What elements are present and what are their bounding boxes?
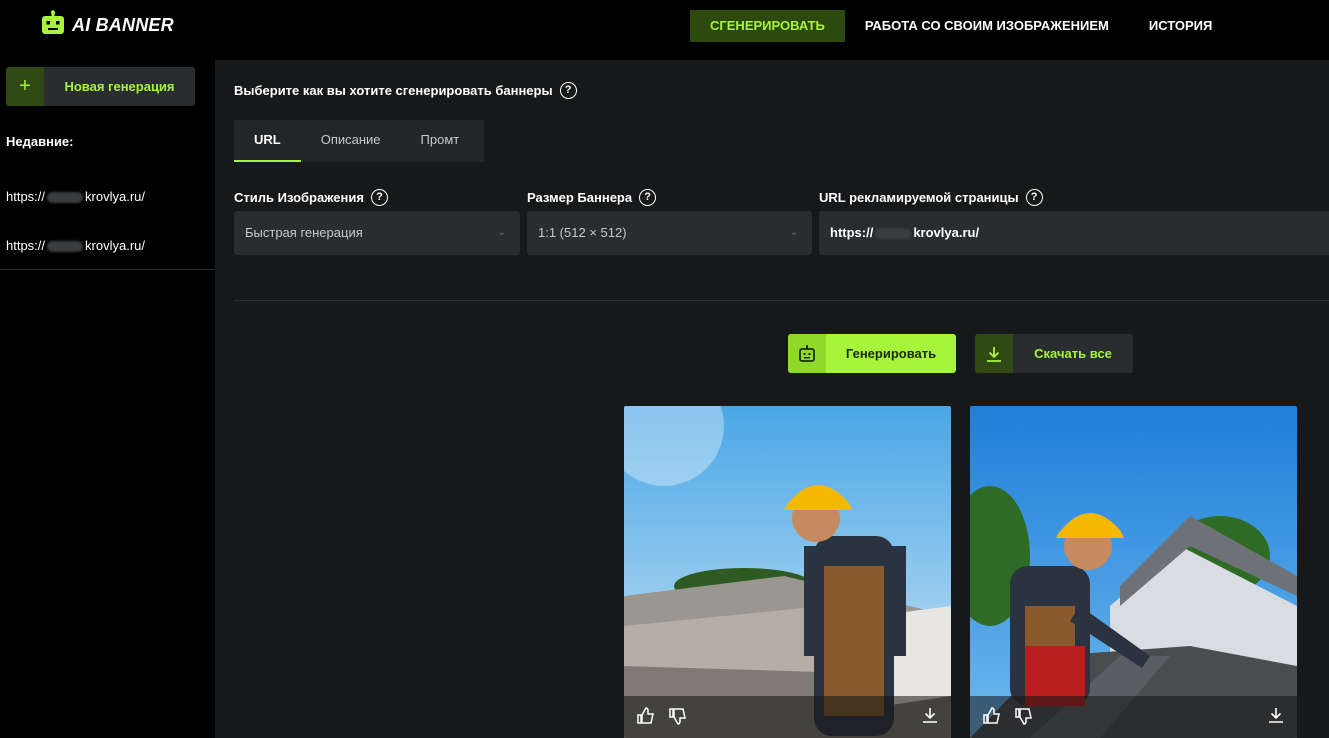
chevron-down-icon: ⌄ [789, 227, 798, 238]
size-select-value: 1:1 (512 × 512) [538, 225, 627, 240]
new-generation-label: Новая генерация [64, 79, 175, 94]
logo-text: AI BANNER [72, 14, 174, 35]
generate-button[interactable]: Генерировать [788, 334, 956, 373]
tab-url[interactable]: URL [234, 120, 301, 162]
banner-card[interactable] [624, 406, 951, 738]
new-generation-button[interactable]: + Новая генерация [6, 67, 195, 106]
style-label-text: Стиль Изображения [234, 190, 364, 205]
generate-label: Генерировать [845, 346, 937, 361]
thumbs-down-icon[interactable] [1014, 706, 1034, 731]
url-input-prefix: https:// [830, 225, 874, 240]
generation-question: Выберите как вы хотите сгенерировать бан… [234, 82, 577, 99]
recent-item-suffix: krovlya.ru/ [85, 189, 145, 204]
main-nav: СГЕНЕРИРОВАТЬ РАБОТА СО СВОИМ ИЗОБРАЖЕНИ… [690, 10, 1232, 42]
banner-image [624, 406, 951, 738]
mode-tabs: URL Описание Промт [234, 120, 484, 162]
card-actions [970, 696, 1297, 738]
redacted-blur [875, 228, 912, 240]
chevron-down-icon: ⌄ [497, 227, 506, 238]
download-icon [975, 334, 1013, 373]
help-icon[interactable]: ? [370, 189, 388, 206]
sidebar-divider [0, 269, 215, 270]
recent-item-prefix: https:// [6, 189, 46, 204]
url-input-suffix: krovlya.ru/ [913, 225, 980, 240]
card-actions [624, 696, 951, 738]
download-icon[interactable] [921, 706, 939, 729]
style-label: Стиль Изображения ? [234, 189, 388, 206]
recent-item-prefix: https:// [6, 238, 46, 253]
recent-item[interactable]: https:// krovlya.ru/ [6, 238, 145, 253]
thumbs-up-icon[interactable] [982, 706, 1002, 731]
download-icon[interactable] [1267, 706, 1285, 729]
logo[interactable]: AI BANNER [40, 9, 174, 41]
divider [234, 300, 1329, 301]
url-label: URL рекламируемой страницы ? [819, 189, 1043, 206]
help-icon[interactable]: ? [1025, 189, 1043, 206]
help-icon[interactable]: ? [639, 189, 657, 206]
banner-card[interactable] [970, 406, 1297, 738]
thumbs-up-icon[interactable] [636, 706, 656, 731]
robot-icon [788, 334, 826, 373]
recent-item-suffix: krovlya.ru/ [85, 238, 145, 253]
help-icon[interactable]: ? [559, 82, 577, 99]
redacted-blur [47, 192, 84, 204]
banner-image [970, 406, 1297, 738]
size-label-text: Размер Баннера [527, 190, 633, 205]
url-label-text: URL рекламируемой страницы [819, 190, 1019, 205]
plus-icon: + [6, 67, 44, 106]
sidebar: + Новая генерация Недавние: https:// krov… [0, 60, 215, 738]
tab-description[interactable]: Описание [301, 120, 401, 162]
redacted-blur [47, 241, 84, 253]
recent-title: Недавние: [6, 134, 74, 149]
robot-icon [40, 9, 66, 41]
nav-history[interactable]: ИСТОРИЯ [1129, 10, 1233, 42]
download-all-label: Скачать все [1034, 346, 1112, 361]
nav-own-image[interactable]: РАБОТА СО СВОИМ ИЗОБРАЖЕНИЕМ [845, 10, 1129, 42]
thumbs-down-icon[interactable] [668, 706, 688, 731]
style-select-value: Быстрая генерация [245, 225, 363, 240]
size-label: Размер Баннера ? [527, 189, 657, 206]
url-input[interactable]: https:// krovlya.ru/ [819, 211, 1329, 255]
recent-item[interactable]: https:// krovlya.ru/ [6, 189, 145, 204]
top-bar: AI BANNER СГЕНЕРИРОВАТЬ РАБОТА СО СВОИМ … [0, 0, 1329, 60]
question-text: Выберите как вы хотите сгенерировать бан… [234, 83, 553, 98]
tab-prompt[interactable]: Промт [401, 120, 480, 162]
style-select[interactable]: Быстрая генерация ⌄ [234, 211, 520, 255]
download-all-button[interactable]: Скачать все [975, 334, 1133, 373]
size-select[interactable]: 1:1 (512 × 512) ⌄ [527, 211, 812, 255]
nav-generate[interactable]: СГЕНЕРИРОВАТЬ [690, 10, 845, 42]
